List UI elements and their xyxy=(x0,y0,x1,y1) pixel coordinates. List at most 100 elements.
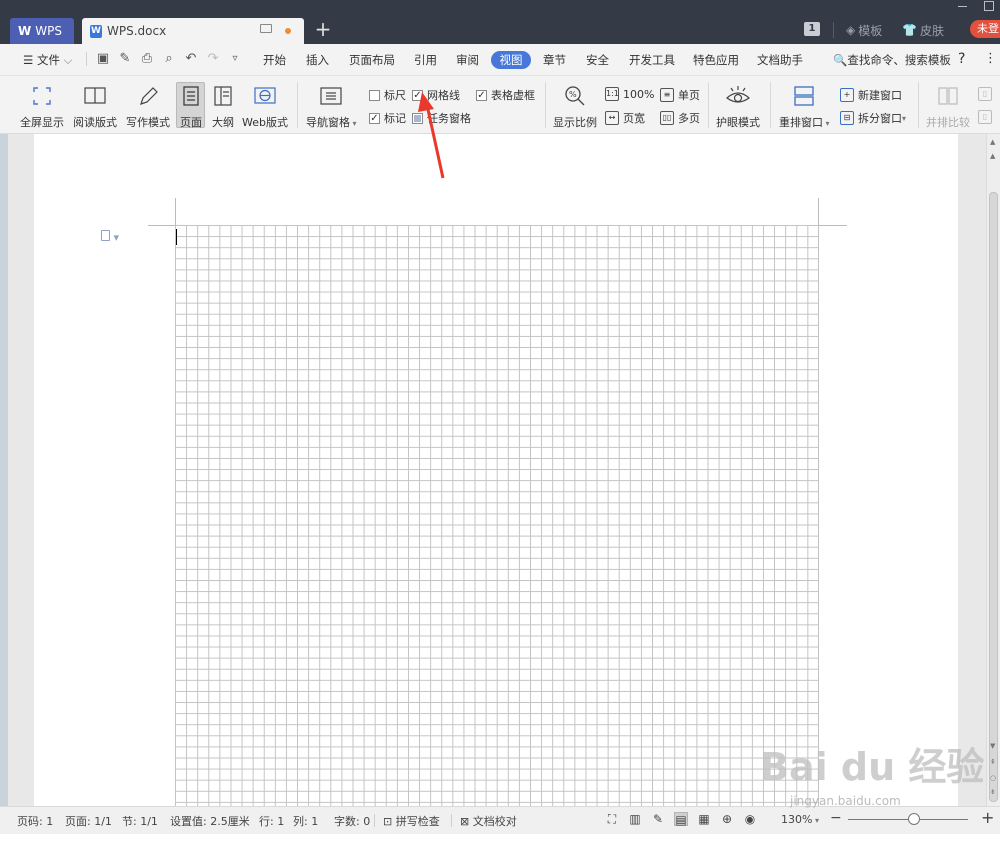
menu-insert[interactable]: 插入 xyxy=(306,52,329,68)
paragraph-marker-icon[interactable]: ▾ xyxy=(101,230,123,244)
format-painter-icon[interactable]: ✎ xyxy=(118,52,132,66)
globe-icon[interactable]: ⊕ xyxy=(720,812,734,826)
check-icon[interactable]: ✓ xyxy=(476,89,487,101)
zoom-out-button[interactable]: − xyxy=(830,810,842,826)
status-word-count[interactable]: 字数: 0 xyxy=(334,813,370,829)
status-section[interactable]: 节: 1/1 xyxy=(122,813,158,829)
prev-page-icon[interactable]: ⇞ xyxy=(990,758,996,766)
menu-review[interactable]: 审阅 xyxy=(456,52,479,68)
print-icon[interactable]: ⎙ xyxy=(140,52,154,66)
pencil-icon[interactable]: ✎ xyxy=(651,812,665,826)
window-count-badge[interactable]: 1 xyxy=(804,22,820,36)
zoom-in-button[interactable]: + xyxy=(981,808,994,827)
tab-document-label: WPS.docx xyxy=(107,24,167,38)
outline-icon xyxy=(210,84,236,108)
more-menu-button[interactable]: ⋮ xyxy=(984,51,997,66)
screen-icon[interactable] xyxy=(260,24,272,33)
doc-proofread-button[interactable]: ⊠ 文档校对 xyxy=(460,813,517,829)
one-page-button[interactable]: ≡ 单页 xyxy=(660,87,700,103)
skin-button[interactable]: 👕 皮肤 xyxy=(902,18,944,42)
eye-mode-button[interactable]: 护眼模式 xyxy=(716,84,760,130)
zoom-ratio-button[interactable]: % 显示比例 xyxy=(553,84,597,130)
outline-icon[interactable]: ▦ xyxy=(697,812,711,826)
scroll-up-icon[interactable]: ▲ xyxy=(990,152,995,160)
next-page-icon[interactable]: ⇟ xyxy=(990,788,996,796)
help-button[interactable]: ? xyxy=(958,51,965,67)
magnifier-icon: % xyxy=(562,84,588,108)
ruler-checkbox-box[interactable] xyxy=(369,89,380,101)
split-window-button[interactable]: ⊟ 拆分窗口 ▾ xyxy=(840,110,906,126)
vertical-scrollbar[interactable]: ▲ ▲ ▼ ⇞ ○ ⇟ xyxy=(986,134,1000,806)
zoom-100-button[interactable]: 1:1 100% xyxy=(605,87,654,101)
scroll-down-icon[interactable]: ▼ xyxy=(990,742,995,750)
eye-icon[interactable]: ◉ xyxy=(743,812,757,826)
chevron-down-icon: ⌵ xyxy=(59,53,73,67)
reset-position-button[interactable]: ▯ xyxy=(978,110,996,124)
arrange-window-button[interactable]: 重排窗口 ▾ xyxy=(779,84,830,130)
table-gridlines-checkbox[interactable]: ✓ 表格虚框 xyxy=(476,87,535,103)
menu-page-layout[interactable]: 页面布局 xyxy=(349,52,395,68)
spell-check-icon: ⊡ xyxy=(383,815,396,828)
command-search[interactable]: 🔍查找命令、搜索模板 xyxy=(833,52,951,68)
redo-icon[interactable]: ↷ xyxy=(206,52,220,66)
page-width-button[interactable]: ↔ 页宽 xyxy=(605,110,645,126)
check-icon[interactable]: ✓ xyxy=(412,89,423,101)
zoom-level-dropdown[interactable]: 130% ▾ xyxy=(781,813,819,826)
new-window-button[interactable]: + 新建窗口 xyxy=(840,87,902,103)
file-menu[interactable]: ☰ 文件 ⌵ xyxy=(23,52,72,68)
save-icon[interactable]: ▣ xyxy=(96,52,110,66)
fullscreen-button[interactable]: 全屏显示 xyxy=(20,84,64,130)
task-pane-checkbox[interactable]: 任务窗格 xyxy=(412,110,471,126)
maximize-icon[interactable] xyxy=(984,1,994,11)
scroll-up-icon[interactable]: ▲ xyxy=(990,138,995,146)
arrange-window-label: 重排窗口 xyxy=(779,116,823,129)
page-layout-icon[interactable]: ▤ xyxy=(674,812,688,827)
ruler-checkbox[interactable]: 标尺 xyxy=(369,87,406,103)
gridlines-checkbox[interactable]: ✓ 网格线 xyxy=(412,87,460,103)
fullscreen-icon[interactable]: ⛶ xyxy=(605,812,619,826)
menu-special-apps[interactable]: 特色应用 xyxy=(693,52,739,68)
multi-page-label: 多页 xyxy=(678,112,700,125)
login-button[interactable]: 未登 xyxy=(970,20,1000,38)
reading-mode-button[interactable]: 阅读版式 xyxy=(73,84,117,130)
status-row[interactable]: 行: 1 xyxy=(259,813,284,829)
outline-button[interactable]: 大纲 xyxy=(210,84,236,130)
zoom-slider-handle[interactable] xyxy=(908,813,920,825)
web-layout-button[interactable]: Web版式 xyxy=(242,84,288,130)
task-pane-checkbox-box[interactable] xyxy=(412,112,423,124)
menu-home[interactable]: 开始 xyxy=(263,52,286,68)
menu-references[interactable]: 引用 xyxy=(414,52,437,68)
page-width-icon: ↔ xyxy=(605,111,619,125)
status-page-number[interactable]: 页码: 1 xyxy=(17,813,53,829)
markup-checkbox[interactable]: ✓ 标记 xyxy=(369,110,406,126)
wps-logo-icon: W xyxy=(18,24,32,38)
new-tab-button[interactable]: + xyxy=(312,18,334,40)
side-by-side-button[interactable]: 并排比较 xyxy=(926,84,970,130)
menu-chapter[interactable]: 章节 xyxy=(543,52,566,68)
customize-dropdown-icon[interactable]: ▿ xyxy=(228,52,242,66)
menu-doc-assistant[interactable]: 文档助手 xyxy=(757,52,803,68)
page-view-button[interactable]: 页面 xyxy=(178,84,204,130)
nav-pane-button[interactable]: 导航窗格 ▾ xyxy=(306,84,357,130)
spell-check-button[interactable]: ⊡ 拼写检查 xyxy=(383,813,440,829)
sync-scroll-button[interactable]: ▯ xyxy=(978,87,996,101)
gridlines[interactable] xyxy=(175,225,819,806)
template-button[interactable]: ◈ 模板 xyxy=(846,18,882,42)
status-setting[interactable]: 设置值: 2.5厘米 xyxy=(170,813,250,829)
menu-view[interactable]: 视图 xyxy=(491,51,531,69)
status-column[interactable]: 列: 1 xyxy=(293,813,318,829)
writing-mode-button[interactable]: 写作模式 xyxy=(126,84,170,130)
multi-page-button[interactable]: ▯▯ 多页 xyxy=(660,110,700,126)
tab-wps-home[interactable]: W WPS xyxy=(10,18,74,44)
minimize-icon[interactable] xyxy=(958,6,967,7)
print-preview-icon[interactable]: ⌕ xyxy=(162,52,176,66)
status-pages[interactable]: 页面: 1/1 xyxy=(65,813,112,829)
tab-document[interactable]: W WPS.docx xyxy=(82,18,304,44)
menu-developer[interactable]: 开发工具 xyxy=(629,52,675,68)
check-icon[interactable]: ✓ xyxy=(369,112,380,124)
book-icon[interactable]: ▥ xyxy=(628,812,642,826)
undo-icon[interactable]: ↶ xyxy=(184,52,198,66)
select-browse-icon[interactable]: ○ xyxy=(990,774,996,782)
scrollbar-thumb[interactable] xyxy=(989,192,998,802)
menu-security[interactable]: 安全 xyxy=(586,52,609,68)
